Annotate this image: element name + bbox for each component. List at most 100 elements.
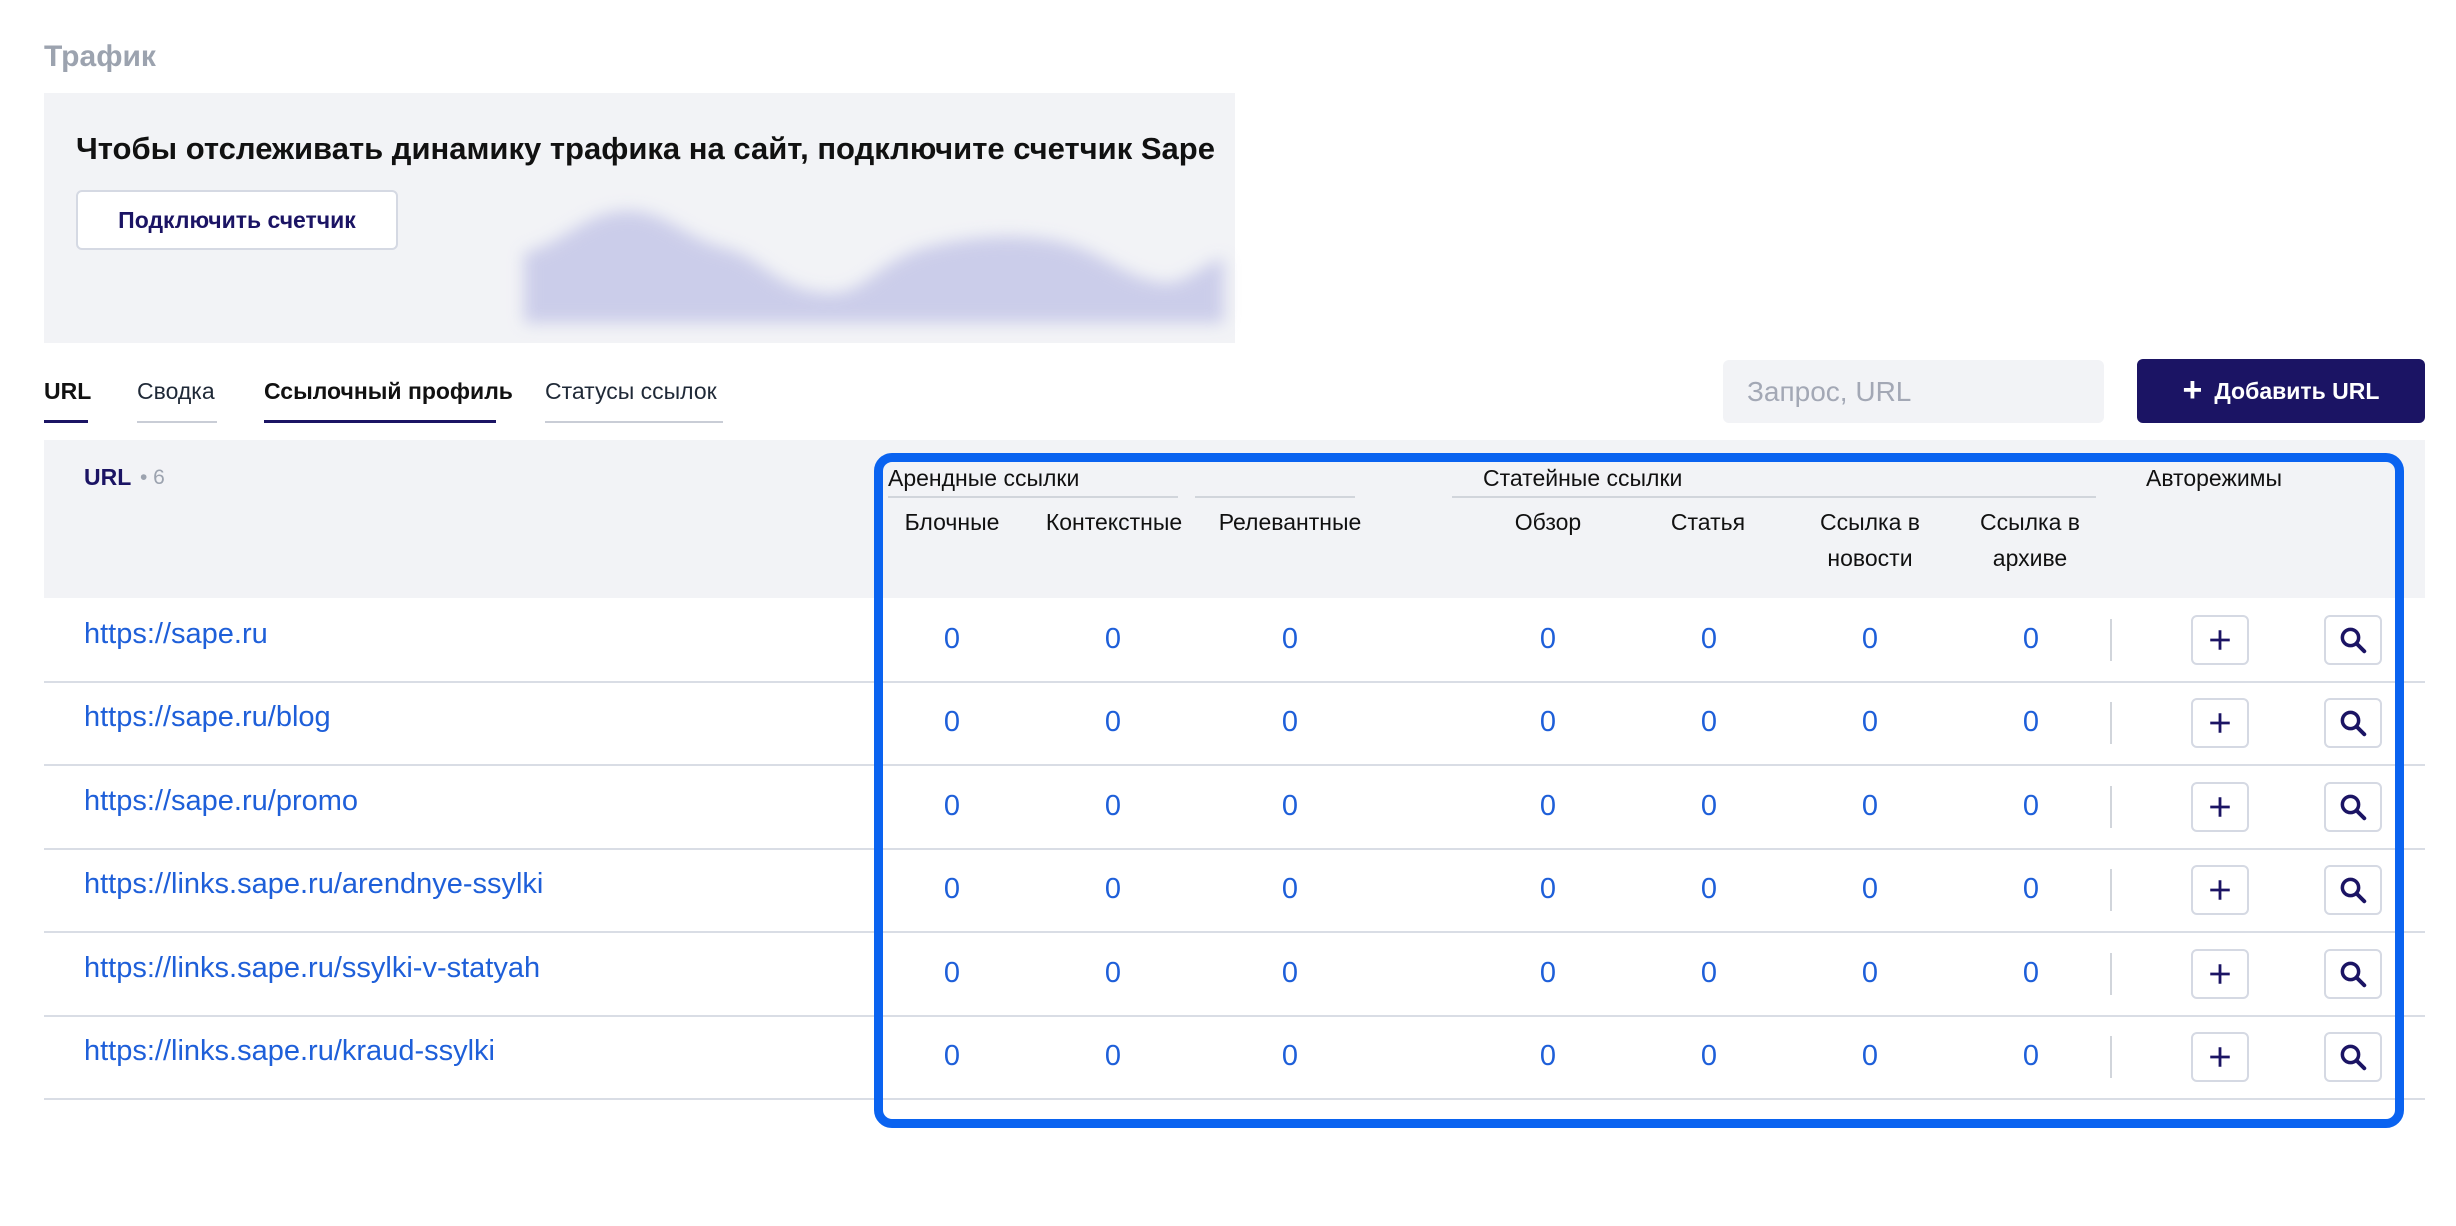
col-relevant[interactable]: Релевантные	[1210, 504, 1370, 540]
row-url-link[interactable]: https://links.sape.ru/arendnye-ssylki	[84, 868, 543, 901]
row-count-value[interactable]: 0	[922, 957, 982, 990]
row-url-link[interactable]: https://links.sape.ru/ssylki-v-statyah	[84, 952, 540, 985]
row-count-value[interactable]: 0	[922, 790, 982, 823]
row-url-link[interactable]: https://links.sape.ru/kraud-ssylki	[84, 1035, 495, 1068]
add-auto-mode-button[interactable]	[2191, 781, 2249, 832]
search-auto-mode-button[interactable]	[2324, 948, 2382, 999]
plus-icon	[2207, 877, 2233, 903]
group-rent-line-2	[1195, 496, 1355, 498]
row-count-value[interactable]: 0	[1679, 706, 1739, 739]
row-count-value[interactable]: 0	[1840, 706, 1900, 739]
col-review[interactable]: Обзор	[1478, 504, 1618, 540]
row-count-value[interactable]: 0	[1679, 790, 1739, 823]
row-count-value[interactable]: 0	[1840, 957, 1900, 990]
row-count-value[interactable]: 0	[1083, 957, 1143, 990]
row-separator	[2110, 952, 2112, 995]
row-separator	[2110, 785, 2112, 828]
row-count-value[interactable]: 0	[1679, 623, 1739, 656]
tab-link-profile[interactable]: Ссылочный профиль	[264, 378, 513, 405]
row-count-value[interactable]: 0	[2001, 957, 2061, 990]
row-count-value[interactable]: 0	[922, 706, 982, 739]
search-auto-mode-button[interactable]	[2324, 865, 2382, 916]
col-archive-link[interactable]: Ссылка в архиве	[1960, 504, 2100, 576]
search-icon	[2338, 1042, 2368, 1072]
row-count-value[interactable]: 0	[2001, 873, 2061, 906]
tab-url[interactable]: URL	[44, 378, 91, 405]
search-auto-mode-button[interactable]	[2324, 1032, 2382, 1083]
add-auto-mode-button[interactable]	[2191, 865, 2249, 916]
add-url-button[interactable]: + Добавить URL	[2137, 359, 2425, 423]
add-auto-mode-button[interactable]	[2191, 614, 2249, 665]
search-auto-mode-button[interactable]	[2324, 781, 2382, 832]
banner-text: Чтобы отслеживать динамику трафика на са…	[76, 131, 1215, 166]
row-count-value[interactable]: 0	[922, 623, 982, 656]
row-count-value[interactable]: 0	[1260, 790, 1320, 823]
row-count-value[interactable]: 0	[1083, 623, 1143, 656]
plus-icon	[2207, 627, 2233, 653]
row-url-link[interactable]: https://sape.ru/promo	[84, 785, 358, 818]
row-url-link[interactable]: https://sape.ru/blog	[84, 701, 331, 734]
row-count-value[interactable]: 0	[1260, 623, 1320, 656]
row-count-value[interactable]: 0	[1679, 957, 1739, 990]
row-count-value[interactable]: 0	[2001, 1040, 2061, 1073]
connect-counter-button[interactable]: Подключить счетчик	[76, 190, 398, 250]
add-auto-mode-button[interactable]	[2191, 698, 2249, 749]
traffic-banner: Чтобы отслеживать динамику трафика на са…	[44, 93, 1235, 343]
row-count-value[interactable]: 0	[2001, 790, 2061, 823]
row-divider	[44, 931, 2425, 933]
row-count-value[interactable]: 0	[1083, 1040, 1143, 1073]
row-count-value[interactable]: 0	[1260, 706, 1320, 739]
add-auto-mode-button[interactable]	[2191, 948, 2249, 999]
row-count-value[interactable]: 0	[1083, 706, 1143, 739]
tab-link-statuses[interactable]: Статусы ссылок	[545, 378, 717, 405]
row-count-value[interactable]: 0	[1518, 790, 1578, 823]
row-url-link[interactable]: https://sape.ru	[84, 618, 268, 651]
col-news-link[interactable]: Ссылка в новости	[1800, 504, 1940, 576]
row-count-value[interactable]: 0	[1840, 623, 1900, 656]
plus-icon: +	[2182, 370, 2203, 409]
row-divider	[44, 680, 2425, 683]
add-auto-mode-button[interactable]	[2191, 1032, 2249, 1083]
search-auto-mode-button[interactable]	[2324, 614, 2382, 665]
row-divider	[44, 1014, 2425, 1017]
row-count-value[interactable]: 0	[1518, 1040, 1578, 1073]
tab-summary-underline	[137, 421, 217, 423]
col-blocks[interactable]: Блочные	[882, 504, 1022, 540]
row-count-value[interactable]: 0	[1518, 706, 1578, 739]
row-count-value[interactable]: 0	[1679, 873, 1739, 906]
search-icon	[2338, 959, 2368, 989]
row-separator	[2110, 869, 2112, 912]
col-news-line1: Ссылка в	[1819, 509, 1921, 535]
row-count-value[interactable]: 0	[1518, 957, 1578, 990]
row-count-value[interactable]: 0	[1083, 873, 1143, 906]
row-count-value[interactable]: 0	[1083, 790, 1143, 823]
row-divider	[44, 764, 2425, 766]
tab-summary[interactable]: Сводка	[137, 378, 215, 405]
tab-link-profile-underline	[264, 420, 496, 423]
row-count-value[interactable]: 0	[1518, 873, 1578, 906]
col-article[interactable]: Статья	[1638, 504, 1778, 540]
search-icon	[2338, 792, 2368, 822]
row-count-value[interactable]: 0	[1840, 873, 1900, 906]
tab-url-underline	[44, 420, 88, 423]
row-count-value[interactable]: 0	[922, 1040, 982, 1073]
row-count-value[interactable]: 0	[1840, 1040, 1900, 1073]
search-auto-mode-button[interactable]	[2324, 698, 2382, 749]
row-count-value[interactable]: 0	[1679, 1040, 1739, 1073]
col-contextual[interactable]: Контекстные	[1034, 504, 1194, 540]
row-count-value[interactable]: 0	[1840, 790, 1900, 823]
traffic-placeholder-chart	[524, 210, 1224, 323]
plus-icon	[2207, 710, 2233, 736]
row-count-value[interactable]: 0	[2001, 623, 2061, 656]
row-count-value[interactable]: 0	[1260, 873, 1320, 906]
group-rent-line	[888, 496, 1178, 498]
row-count-value[interactable]: 0	[2001, 706, 2061, 739]
row-count-value[interactable]: 0	[1518, 623, 1578, 656]
search-input[interactable]	[1745, 374, 2110, 409]
row-count-value[interactable]: 0	[1260, 1040, 1320, 1073]
plus-icon	[2207, 1044, 2233, 1070]
row-count-value[interactable]: 0	[922, 873, 982, 906]
row-count-value[interactable]: 0	[1260, 957, 1320, 990]
url-column-header[interactable]: URL	[84, 464, 131, 491]
search-icon	[2338, 708, 2368, 738]
